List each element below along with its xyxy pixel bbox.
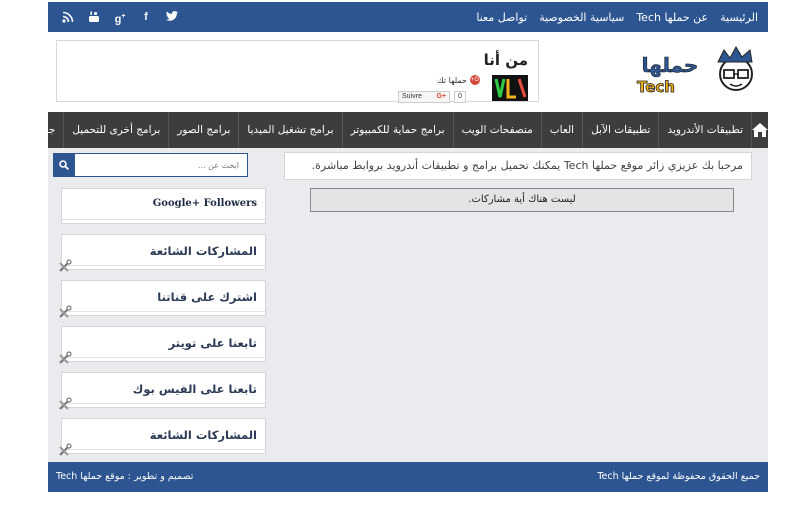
nav-item-android[interactable]: تطبيقات الأندرويد <box>658 112 751 148</box>
widget-title: تابعنا على الفيس بوك <box>132 382 257 396</box>
widget-divider <box>62 357 265 358</box>
nav-item-other[interactable]: برامج أخرى للتحميل <box>63 112 168 148</box>
widget-title: المشاركات الشائعة <box>149 244 257 258</box>
search-button[interactable] <box>53 153 75 177</box>
footer-design-credit: تصميم و تطوير : موقع حملها Tech <box>56 471 194 482</box>
widget-divider <box>62 219 265 220</box>
nav-item-tech-news[interactable]: جديد التقنية <box>0 112 63 148</box>
social-icons: g+ f <box>62 2 178 32</box>
follow-count: 0 <box>454 91 466 103</box>
widget-title: Google+ Followers <box>152 198 257 209</box>
site-logo[interactable]: حملها Tech <box>618 44 758 98</box>
widget-google-followers: Google+ Followers <box>61 188 266 224</box>
welcome-message: مرحبا بك عزيزي زائر موقع حملها Tech يمكن… <box>284 152 752 180</box>
rss-icon[interactable] <box>62 11 74 23</box>
widget-title: تابعنا على تويتر <box>168 336 257 350</box>
widget-divider <box>62 265 265 266</box>
twitter-icon[interactable] <box>166 11 178 23</box>
search-box <box>53 153 248 177</box>
widget-title: المشاركات الشائعة <box>149 428 257 442</box>
widget-title: اشترك على قناتنا <box>157 290 257 304</box>
top-nav: الرئيسية عن حملها Tech سياسية الخصوصية ت… <box>470 2 764 32</box>
facebook-icon[interactable]: f <box>140 11 152 23</box>
top-nav-contact[interactable]: تواصل معنا <box>470 11 533 24</box>
google-g-icon: G+ <box>436 93 446 100</box>
edit-tools-icon[interactable] <box>58 443 72 457</box>
nav-item-media[interactable]: برامج تشغيل الميديا <box>238 112 341 148</box>
widget-popular-posts: المشاركات الشائعة <box>58 234 266 273</box>
logo-text: حملها <box>642 53 699 77</box>
google-plus-icon[interactable]: g+ <box>114 11 126 26</box>
widget-divider <box>62 449 265 450</box>
top-nav-about[interactable]: عن حملها Tech <box>630 11 714 24</box>
widget-subscribe-channel: اشترك على قناتنا <box>58 280 266 319</box>
search-input[interactable] <box>75 153 248 177</box>
widget-facebook: تابعنا على الفيس بوك <box>58 372 266 411</box>
nav-item-photos[interactable]: برامج الصور <box>168 112 238 148</box>
about-title: من أنا <box>483 51 528 69</box>
edit-tools-icon[interactable] <box>58 305 72 319</box>
widget-divider <box>62 403 265 404</box>
no-posts-message: ليست هناك أية مشاركات. <box>310 188 734 212</box>
page: الرئيسية عن حملها Tech سياسية الخصوصية ت… <box>0 0 800 517</box>
follow-label: Suivre <box>402 93 422 100</box>
edit-tools-icon[interactable] <box>58 259 72 273</box>
logo-sub-text: Tech <box>637 78 675 96</box>
widget-twitter: تابعنا على تويتر <box>58 326 266 365</box>
nav-item-browsers[interactable]: متصفحات الويب <box>452 112 541 148</box>
home-button[interactable] <box>751 112 768 148</box>
gplus-badge[interactable]: G+ حملها تك <box>437 75 480 85</box>
gplus-name: حملها تك <box>437 75 467 85</box>
top-bar: الرئيسية عن حملها Tech سياسية الخصوصية ت… <box>48 2 768 32</box>
google-plus-badge-icon: G+ <box>470 75 480 85</box>
edit-tools-icon[interactable] <box>58 397 72 411</box>
site-wrapper: الرئيسية عن حملها Tech سياسية الخصوصية ت… <box>5 2 768 492</box>
main-nav: تطبيقات الأندرويد تطبيقات الآبل العاب مت… <box>5 112 768 148</box>
home-icon <box>752 123 768 137</box>
top-nav-home[interactable]: الرئيسية <box>714 11 764 24</box>
nav-item-games[interactable]: العاب <box>540 112 582 148</box>
widget-divider <box>62 311 265 312</box>
about-widget: من أنا G+ حملها تك 0 Suivre G+ <box>56 40 539 103</box>
footer-copyright: جميع الحقوق محفوظة لموقع حملها Tech <box>597 471 760 482</box>
edit-tools-icon[interactable] <box>58 351 72 365</box>
search-icon <box>59 160 69 170</box>
nav-item-apple[interactable]: تطبيقات الآبل <box>582 112 658 148</box>
footer: جميع الحقوق محفوظة لموقع حملها Tech تصمي… <box>48 462 768 492</box>
widget-popular-posts-2: المشاركات الشائعة <box>58 418 266 457</box>
nav-item-security[interactable]: برامج حماية للكمبيوتر <box>341 112 453 148</box>
follow-button[interactable]: Suivre G+ <box>398 91 450 103</box>
top-nav-privacy[interactable]: سياسية الخصوصية <box>533 11 630 24</box>
header: حملها Tech من أنا G+ حملها تك 0 Suivre G… <box>48 32 768 114</box>
youtube-icon[interactable] <box>88 11 100 23</box>
avatar[interactable] <box>492 75 528 101</box>
